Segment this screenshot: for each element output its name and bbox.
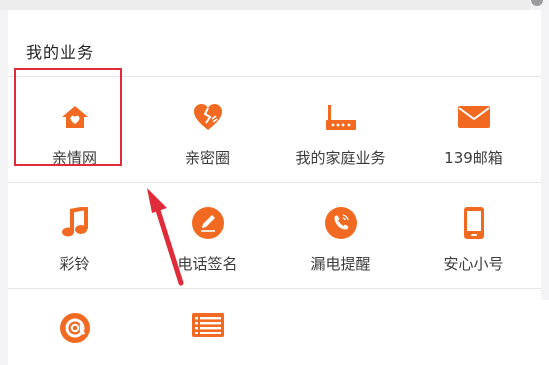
annotation-arrow (147, 188, 184, 286)
screen: 我的业务 亲情网 亲密圈 我的家庭业务 139邮箱 彩铃 电话签名 漏电提醒 安… (0, 0, 549, 365)
